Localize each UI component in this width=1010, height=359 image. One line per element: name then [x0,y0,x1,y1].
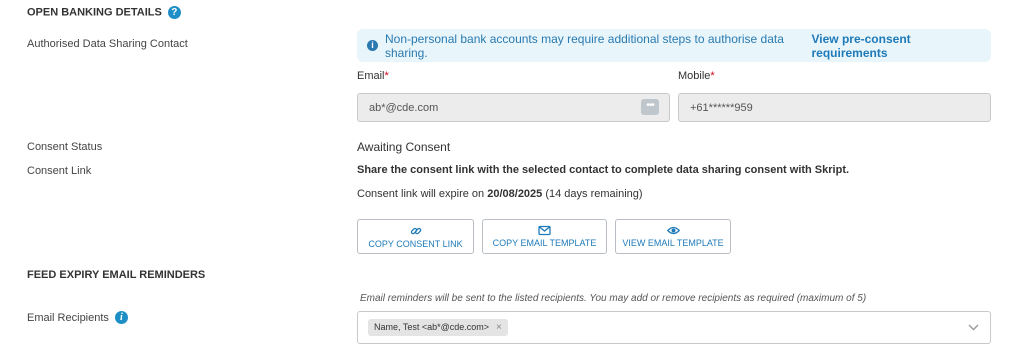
question-circle-icon[interactable]: ? [167,6,181,19]
consent-status-value: Awaiting Consent [357,140,451,154]
recipient-chip: Name, Test <ab*@cde.com> × [368,319,508,336]
email-recipients-select[interactable]: Name, Test <ab*@cde.com> × [357,311,991,344]
mobile-required-marker: * [710,70,715,82]
email-label: Email* [357,70,389,82]
sharing-contact-label: Authorised Data Sharing Contact [27,38,188,50]
info-icon: i [367,40,378,51]
feed-expiry-title: FEED EXPIRY EMAIL REMINDERS [27,269,206,281]
consent-link-label: Consent Link [27,165,92,177]
email-recipients-label: Email Recipients i [27,311,128,324]
mobile-label-text: Mobile [678,70,711,82]
consent-expiry: Consent link will expire on 20/08/2025 (… [357,188,643,200]
pre-consent-link[interactable]: View pre-consent requirements [812,32,982,60]
recipient-chip-text: Name, Test <ab*@cde.com> [374,322,490,332]
consent-status-label: Consent Status [27,141,103,153]
chevron-down-icon[interactable] [968,324,979,331]
consent-expiry-date: 20/08/2025 [487,188,543,200]
recipients-note: Email reminders will be sent to the list… [360,293,867,304]
view-email-template-button[interactable]: VIEW EMAIL TEMPLATE [615,219,731,254]
consent-expiry-prefix: Consent link will expire on [357,188,488,200]
email-required-marker: * [384,70,389,82]
open-banking-title-text: OPEN BANKING DETAILS [27,6,162,19]
copy-email-template-button[interactable]: COPY EMAIL TEMPLATE [482,219,607,254]
email-recipients-label-text: Email Recipients [27,311,109,324]
consent-expiry-suffix: (14 days remaining) [542,188,643,200]
eye-icon [666,226,680,235]
email-label-text: Email [357,70,385,82]
mobile-label: Mobile* [678,70,715,82]
info-banner-text: Non-personal bank accounts may require a… [385,31,784,60]
info-banner: i Non-personal bank accounts may require… [357,29,991,62]
email-value: ab*@cde.com [369,101,439,114]
envelope-icon [538,225,551,236]
info-circle-icon[interactable]: i [114,311,128,324]
mobile-field[interactable]: +61******959 [678,93,991,122]
link-icon [410,227,421,235]
open-banking-title: OPEN BANKING DETAILS? [27,6,181,19]
copy-email-template-label: COPY EMAIL TEMPLATE [492,238,597,248]
view-email-template-label: VIEW EMAIL TEMPLATE [622,238,724,248]
email-options-button[interactable]: ••• [641,99,659,115]
copy-consent-link-label: COPY CONSENT LINK [368,239,463,249]
chip-remove-icon[interactable]: × [496,319,502,336]
mobile-value: +61******959 [690,101,753,114]
copy-consent-link-button[interactable]: COPY CONSENT LINK [357,219,474,254]
email-field[interactable]: ab*@cde.com ••• [357,93,670,122]
consent-link-instruction: Share the consent link with the selected… [357,164,850,176]
